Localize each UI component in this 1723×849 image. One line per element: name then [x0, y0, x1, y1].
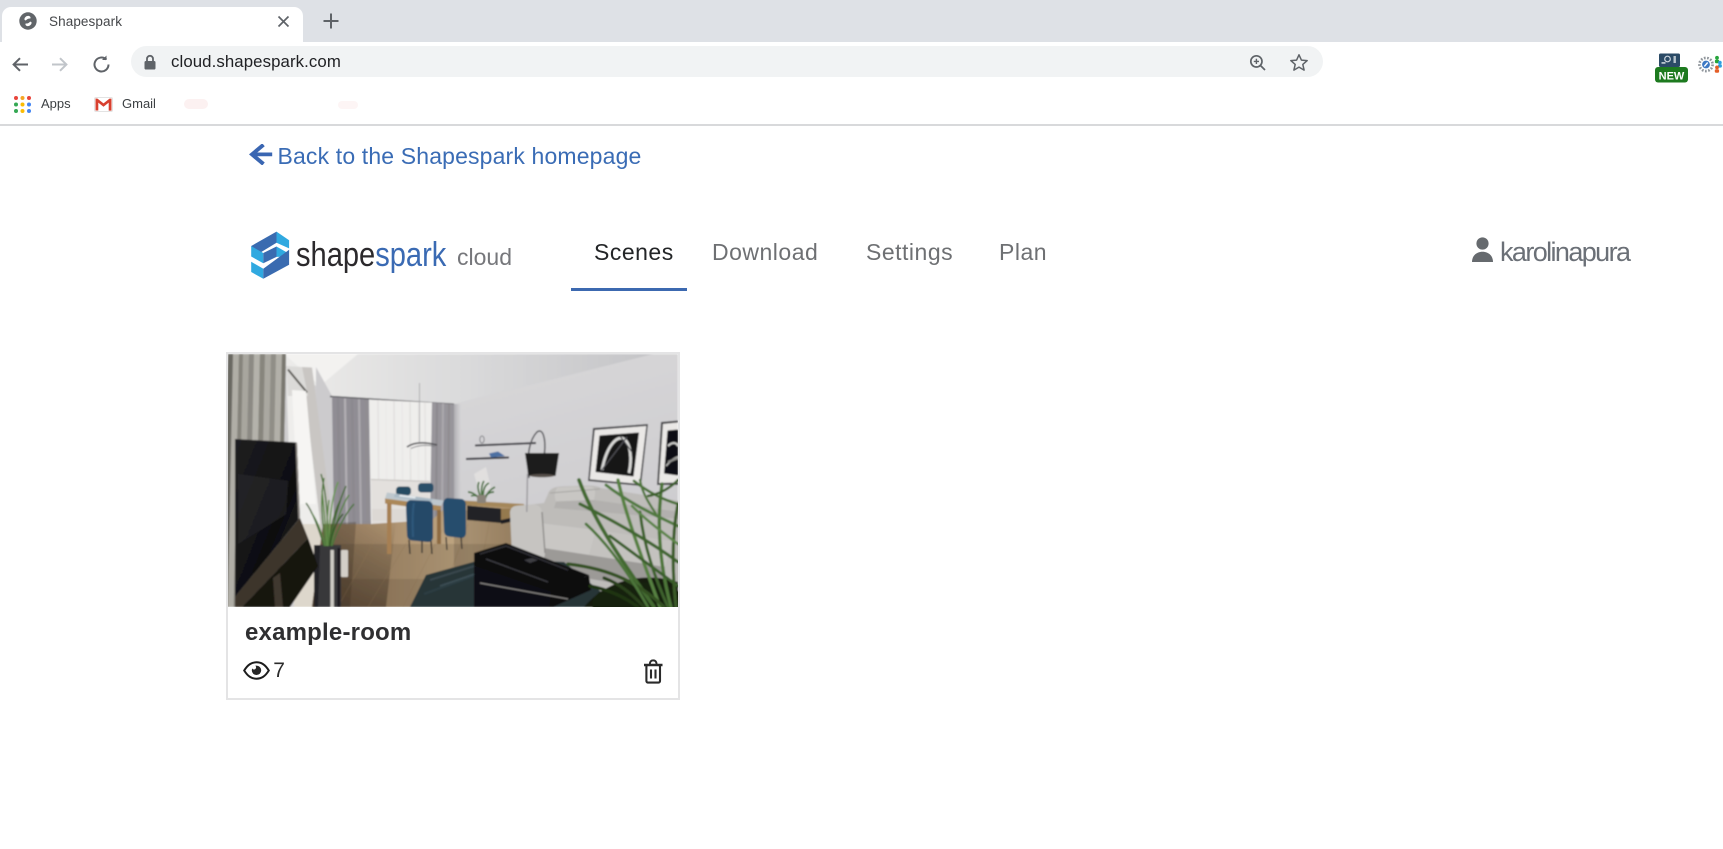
svg-text:NEW: NEW: [1659, 70, 1685, 82]
